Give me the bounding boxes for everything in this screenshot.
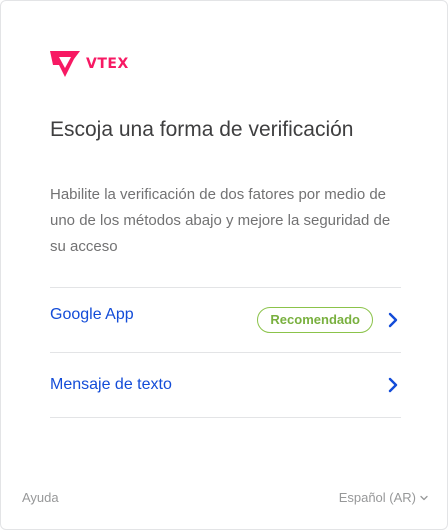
vtex-logo: VTEX bbox=[50, 51, 129, 77]
chevron-right-icon bbox=[387, 377, 399, 393]
method-text-message-label: Mensaje de texto bbox=[50, 376, 172, 393]
chevron-right-icon bbox=[387, 312, 399, 328]
language-selector[interactable]: Español (AR) bbox=[339, 490, 428, 505]
verification-methods-list: Google App Recomendado Mensaje de texto bbox=[50, 287, 401, 418]
page-description: Habilite la verificación de dos fatores … bbox=[50, 186, 391, 255]
vtex-logo-text: VTEX bbox=[86, 56, 129, 72]
vtex-logo-icon bbox=[50, 51, 80, 77]
method-text-message[interactable]: Mensaje de texto bbox=[50, 353, 401, 418]
recommended-badge: Recomendado bbox=[257, 307, 373, 333]
help-link[interactable]: Ayuda bbox=[22, 490, 59, 505]
chevron-down-icon bbox=[420, 495, 428, 500]
method-google-app-label: Google App bbox=[50, 306, 134, 323]
page-title: Escoja una forma de verificación bbox=[50, 118, 354, 141]
method-google-app[interactable]: Google App Recomendado bbox=[50, 288, 401, 353]
language-label: Español (AR) bbox=[338, 490, 416, 505]
login-card: VTEX Escoja una forma de verificación Ha… bbox=[0, 0, 448, 530]
